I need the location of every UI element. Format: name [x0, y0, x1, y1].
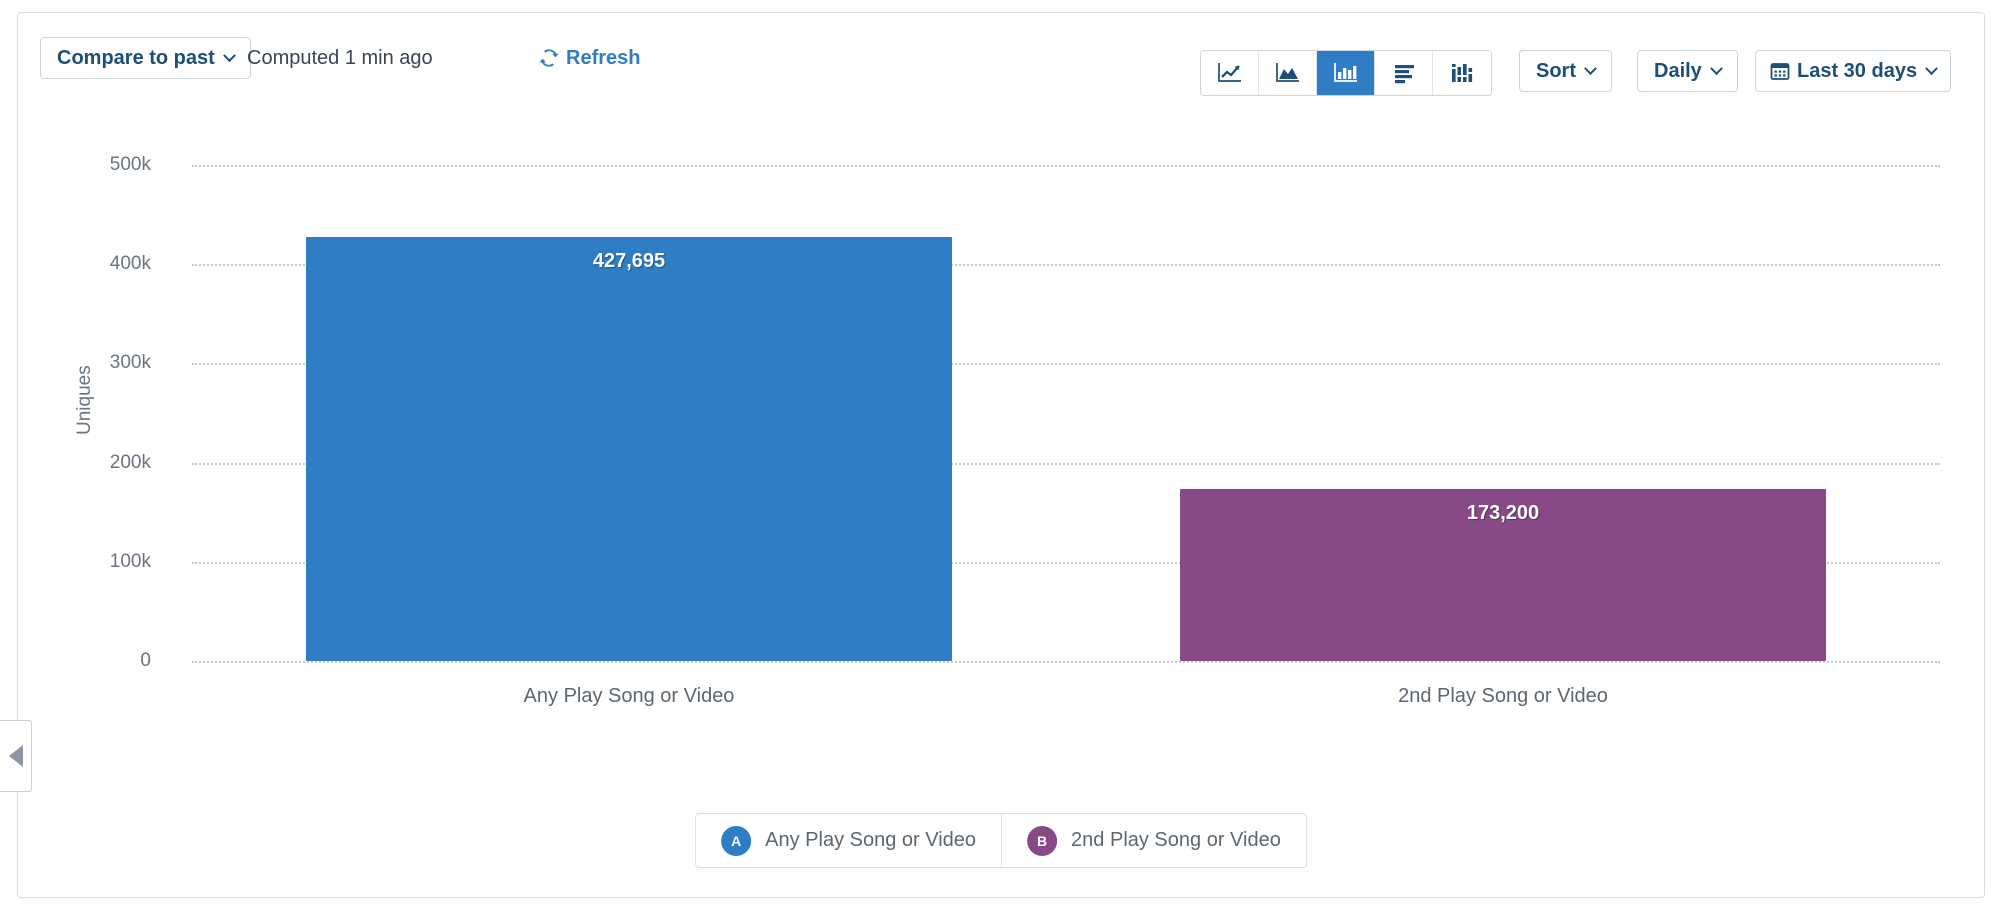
date-range-label: Last 30 days [1797, 60, 1917, 83]
compare-to-past-label: Compare to past [57, 47, 215, 70]
chart-type-area-button[interactable] [1259, 51, 1317, 95]
y-axis-tick-label: 400k [18, 253, 173, 275]
y-axis-tick-label: 200k [18, 452, 173, 474]
line-chart-icon [1216, 60, 1244, 86]
bar[interactable]: 427,695 [306, 237, 953, 661]
chevron-left-icon [9, 745, 23, 767]
chart-legend: A Any Play Song or Video B 2nd Play Song or… [695, 813, 1307, 868]
legend-item[interactable]: A Any Play Song or Video [696, 814, 1002, 867]
chevron-down-icon [1925, 62, 1938, 75]
computed-timestamp: Computed 1 min ago [247, 37, 433, 79]
y-axis-tick-label: 0 [18, 650, 173, 672]
y-axis-ticks: 0 100k 200k 300k 400k 500k [18, 105, 173, 785]
refresh-label: Refresh [566, 47, 640, 70]
chart-area: Uniques 0100k200k300k400k500k 427,695Any… [18, 105, 1984, 785]
chart-type-line-button[interactable] [1201, 51, 1259, 95]
collapse-panel-handle[interactable] [0, 720, 32, 792]
legend-badge: B [1027, 826, 1057, 856]
bar-value-label: 173,200 [1180, 502, 1827, 525]
bar[interactable]: 173,200 [1180, 489, 1827, 661]
y-axis-tick-label: 500k [18, 154, 173, 176]
chevron-down-icon [1710, 62, 1723, 75]
compare-to-past-button[interactable]: Compare to past [40, 37, 251, 79]
calendar-icon [1770, 61, 1790, 81]
area-chart-icon [1274, 60, 1302, 86]
bar-value-label: 427,695 [306, 250, 953, 273]
analytics-chart-panel: Compare to past Computed 1 min ago Refre… [0, 0, 1999, 920]
sort-label: Sort [1536, 60, 1576, 83]
legend-badge: A [721, 826, 751, 856]
x-axis-category-label: 2nd Play Song or Video [1398, 685, 1608, 708]
chart-toolbar: Compare to past Computed 1 min ago Refre… [18, 13, 1984, 105]
date-range-button[interactable]: Last 30 days [1755, 50, 1951, 92]
chart-type-bar-button[interactable] [1317, 51, 1375, 95]
refresh-button[interactable]: Refresh [538, 37, 640, 79]
horizontal-bar-chart-icon [1390, 60, 1418, 86]
chart-type-toggle-group [1200, 50, 1492, 96]
plot-area: 427,695 Any Play Song or Video 173,200 2nd … [192, 105, 1940, 725]
bar-chart-icon [1332, 60, 1360, 86]
chart-card: Compare to past Computed 1 min ago Refre… [17, 12, 1985, 898]
chevron-down-icon [1584, 62, 1597, 75]
y-axis-tick-label: 300k [18, 352, 173, 374]
gridline [192, 165, 1940, 167]
sort-button[interactable]: Sort [1519, 50, 1612, 92]
chart-type-horizontal-bar-button[interactable] [1375, 51, 1433, 95]
stacked-column-chart-icon [1448, 60, 1476, 86]
legend-label: Any Play Song or Video [765, 829, 976, 852]
legend-label: 2nd Play Song or Video [1071, 829, 1281, 852]
x-axis-category-label: Any Play Song or Video [524, 685, 735, 708]
interval-button[interactable]: Daily [1637, 50, 1738, 92]
legend-item[interactable]: B 2nd Play Song or Video [1002, 814, 1306, 867]
interval-label: Daily [1654, 60, 1702, 83]
chart-type-stacked-column-button[interactable] [1433, 51, 1491, 95]
refresh-icon [538, 47, 560, 69]
gridline [192, 661, 1940, 663]
chevron-down-icon [223, 49, 236, 62]
y-axis-tick-label: 100k [18, 551, 173, 573]
